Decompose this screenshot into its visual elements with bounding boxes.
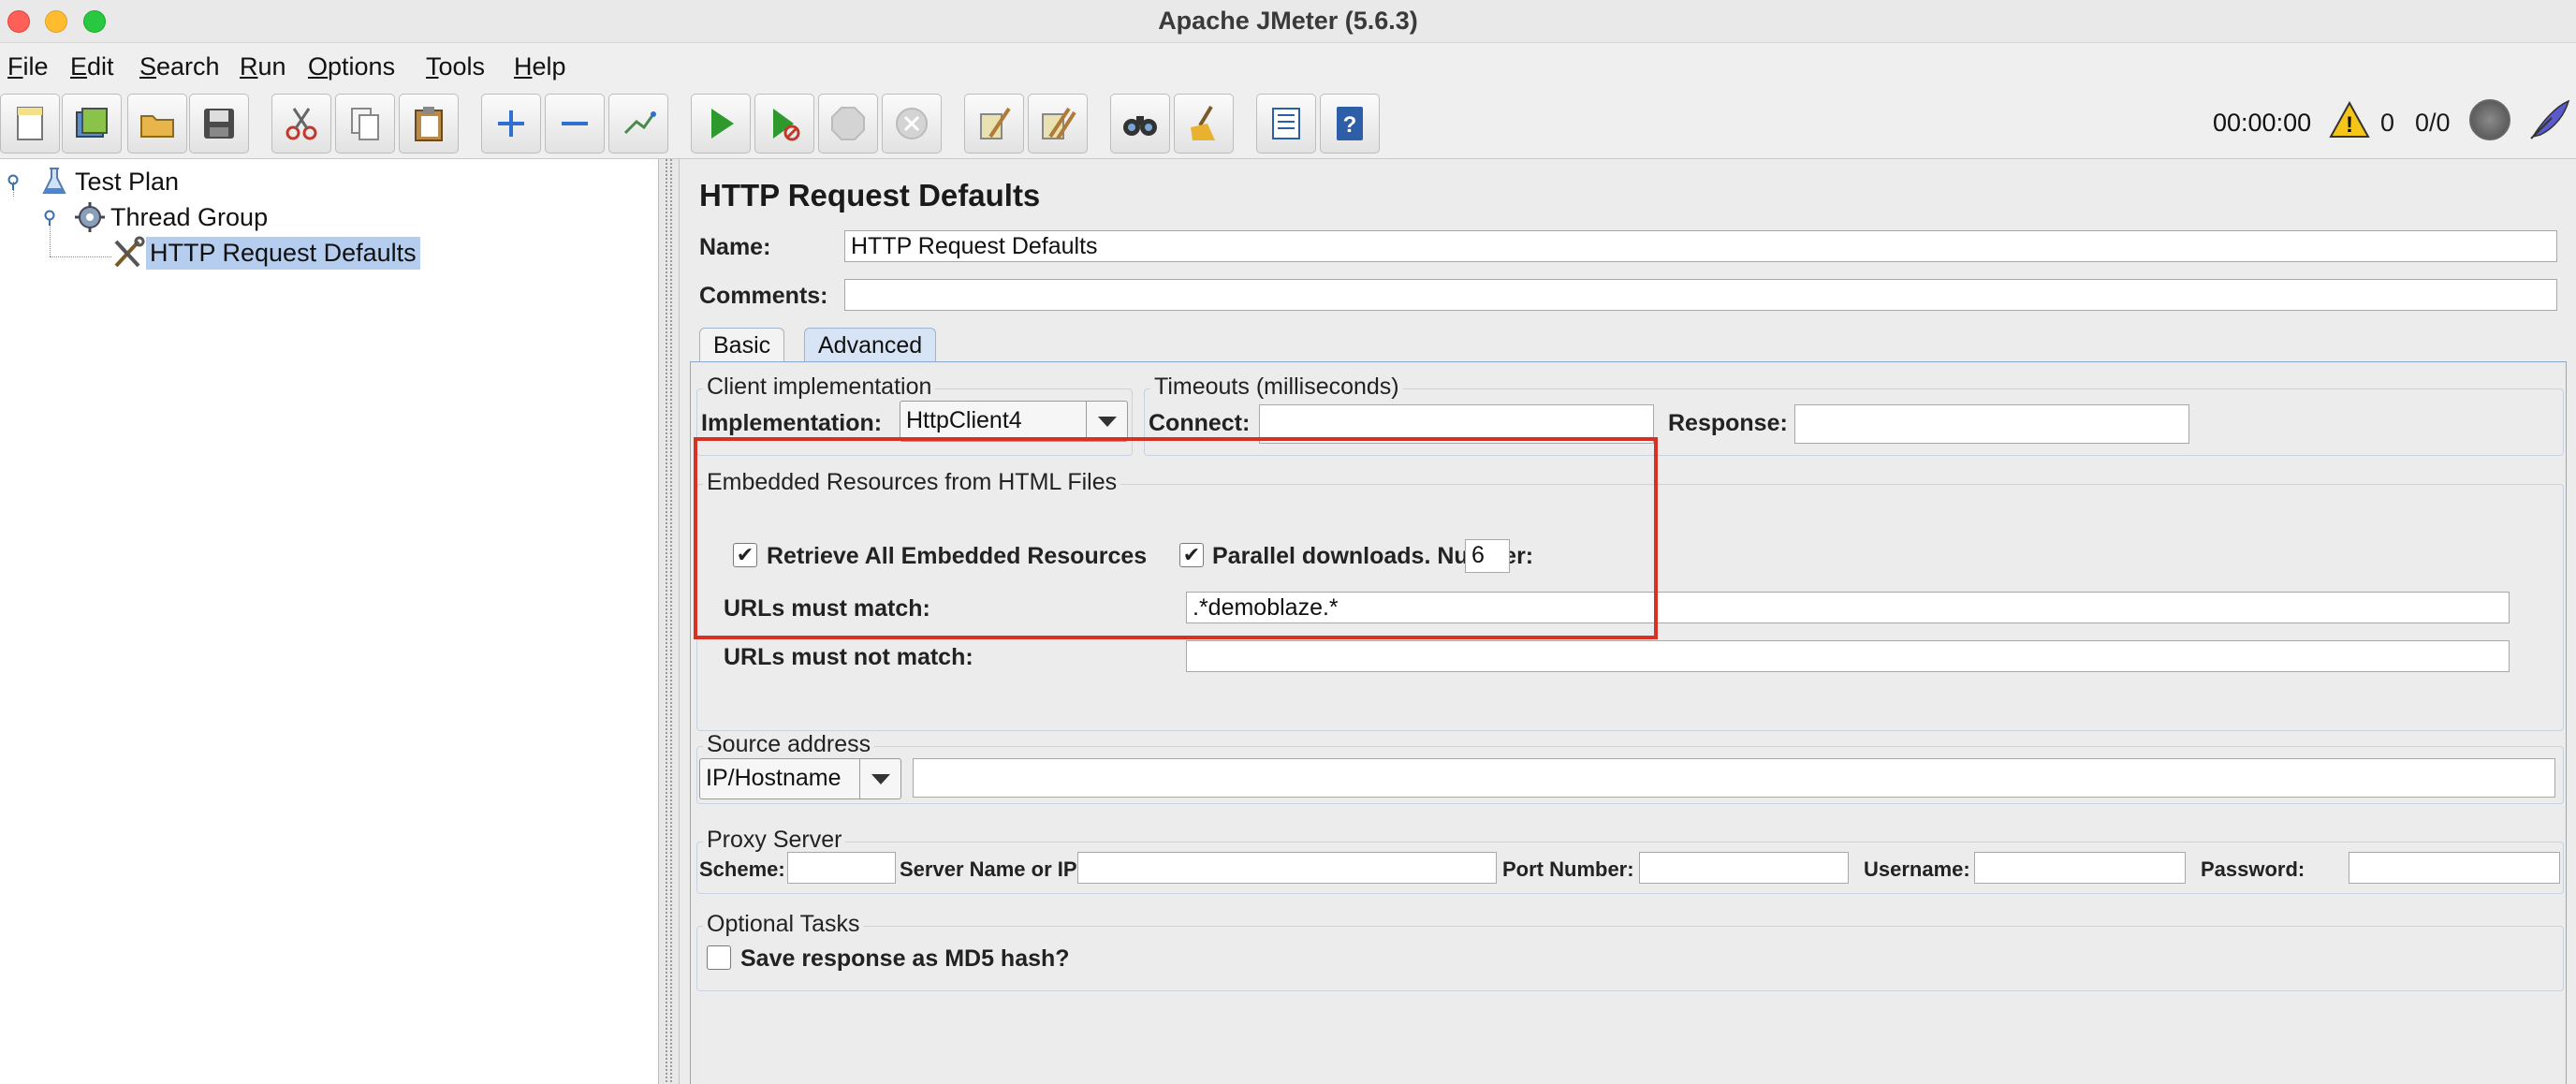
source-address-group: Source address IP/Hostname [696,731,2564,804]
group-title: Optional Tasks [703,911,864,938]
remote-status-icon[interactable] [2469,99,2510,140]
password-label: Password: [2201,857,2305,881]
cut-icon[interactable] [271,94,331,154]
tree-connector [50,256,111,257]
name-field[interactable]: HTTP Request Defaults [844,230,2557,262]
tree-item-label: HTTP Request Defaults [146,236,420,270]
username-field[interactable] [1974,852,2186,884]
menu-run[interactable]: Run [240,52,286,81]
collapse-toggle-icon[interactable] [5,174,22,191]
comments-field[interactable] [844,279,2557,311]
urls-not-match-field[interactable] [1186,640,2510,672]
chevron-down-icon[interactable] [859,759,900,798]
start-icon[interactable] [691,94,751,154]
urls-not-match-label: URLs must not match: [724,644,973,670]
tree-item-thread-group[interactable]: Thread Group [73,200,271,234]
help-icon[interactable]: ? [1320,94,1380,154]
copy-icon[interactable] [335,94,395,154]
comments-label: Comments: [699,283,828,309]
name-label: Name: [699,234,771,260]
collapse-toggle-icon[interactable] [41,210,58,227]
svg-text:?: ? [1343,112,1357,138]
scheme-label: Scheme: [699,857,785,881]
clear-icon[interactable] [964,94,1024,154]
connect-label: Connect: [1149,410,1251,436]
menu-tools[interactable]: Tools [426,52,485,81]
port-number-field[interactable] [1639,852,1849,884]
toggle-icon[interactable] [608,94,668,154]
proxy-server-group: Proxy Server Scheme: Server Name or IP: … [696,827,2564,894]
page-title: HTTP Request Defaults [699,178,1041,212]
username-label: Username: [1864,857,1970,881]
function-helper-icon[interactable] [1256,94,1316,154]
menu-search[interactable]: Search [139,52,220,81]
wrench-icon [114,236,145,268]
feather-icon[interactable] [2524,94,2576,146]
chevron-down-icon[interactable] [1086,402,1127,441]
response-label: Response: [1668,410,1788,436]
svg-text:!: ! [2346,112,2353,138]
advanced-tab-panel: Client implementation Implementation: Ht… [690,361,2567,1084]
server-name-label: Server Name or IP: [900,857,1084,881]
group-title: Client implementation [703,374,936,401]
test-plan-tree: Test Plan Thread Group HTTP Request Defa… [0,159,659,1084]
menu-bar: File Edit Search Run Options Tools Help [0,43,2576,90]
source-type-select[interactable]: IP/Hostname [699,758,901,799]
menu-edit[interactable]: Edit [70,52,114,81]
warning-icon[interactable]: ! [2329,100,2370,143]
open-icon[interactable] [127,94,187,154]
pane-splitter[interactable] [659,159,680,1084]
group-title: Proxy Server [703,827,846,854]
reset-search-icon[interactable] [1174,94,1234,154]
expand-icon[interactable] [481,94,541,154]
menu-file[interactable]: File [7,52,49,81]
tree-item-http-request-defaults[interactable]: HTTP Request Defaults [110,236,420,270]
title-bar: Apache JMeter (5.6.3) [0,0,2576,43]
shutdown-icon[interactable] [882,94,942,154]
response-field[interactable] [1794,404,2189,444]
tree-item-label: Test Plan [75,167,180,196]
md5-hash-checkbox[interactable] [707,945,731,970]
tab-basic[interactable]: Basic [699,328,785,363]
implementation-select[interactable]: HttpClient4 [900,401,1128,442]
implementation-value: HttpClient4 [906,407,1022,433]
templates-icon[interactable] [62,94,122,154]
gear-icon [75,202,105,232]
tree-item-test-plan[interactable]: Test Plan [37,165,183,198]
search-icon[interactable] [1110,94,1170,154]
collapse-icon[interactable] [545,94,605,154]
save-icon[interactable] [189,94,249,154]
toolbar: ? 00:00:00 ! 0 0/0 [0,90,2576,159]
implementation-label: Implementation: [701,410,883,436]
flask-icon [42,168,66,194]
window-title: Apache JMeter (5.6.3) [1158,7,1418,35]
menu-options[interactable]: Options [308,52,395,81]
stop-icon[interactable] [818,94,878,154]
group-title: Source address [703,731,875,758]
group-title: Timeouts (milliseconds) [1150,374,1403,401]
element-editor: HTTP Request Defaults Name: HTTP Request… [681,159,2576,1084]
port-number-label: Port Number: [1502,857,1634,881]
tree-item-label: Thread Group [110,202,269,231]
source-address-field[interactable] [913,758,2555,798]
scheme-field[interactable] [787,852,896,884]
elapsed-timer: 00:00:00 [2213,109,2312,137]
source-type-value: IP/Hostname [706,765,842,791]
warning-count: 0 [2380,109,2395,137]
password-field[interactable] [2349,852,2560,884]
md5-hash-label: Save response as MD5 hash? [740,945,1070,972]
clear-all-icon[interactable] [1028,94,1088,154]
paste-icon[interactable] [399,94,459,154]
start-no-pauses-icon[interactable] [754,94,814,154]
optional-tasks-group: Optional Tasks Save response as MD5 hash… [696,911,2564,991]
server-name-field[interactable] [1077,852,1497,884]
tab-advanced[interactable]: Advanced [804,328,937,363]
menu-help[interactable]: Help [514,52,566,81]
thread-count: 0/0 [2415,109,2451,137]
new-icon[interactable] [0,94,60,154]
highlight-annotation-box [694,437,1658,639]
